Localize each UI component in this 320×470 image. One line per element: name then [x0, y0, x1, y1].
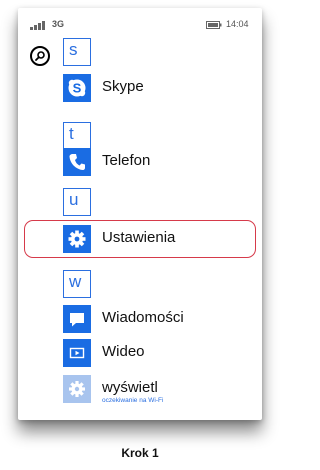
letter-tile-t[interactable]: t	[63, 122, 91, 150]
app-subtitle-wyswietl: oczekiwanie na Wi-Fi	[102, 397, 164, 404]
status-bar: 3G 14:04	[18, 8, 262, 34]
letter-tile-w[interactable]: w	[63, 270, 91, 298]
app-label-telefon: Telefon	[102, 152, 151, 169]
search-button[interactable]	[30, 46, 50, 66]
message-icon	[63, 305, 91, 333]
app-item-wyswietl[interactable]: wyświetl oczekiwanie na Wi-Fi	[63, 375, 253, 404]
step-caption: Krok 1	[121, 446, 159, 460]
status-time: 14:04	[226, 19, 249, 29]
battery-icon	[206, 21, 222, 29]
phone-icon	[63, 148, 91, 176]
app-label-wideo: Wideo	[102, 343, 145, 360]
network-type: 3G	[52, 19, 65, 29]
app-item-telefon[interactable]: Telefon	[63, 148, 253, 176]
search-icon	[35, 51, 45, 61]
letter-tile-s[interactable]: s	[63, 38, 91, 66]
app-label-skype: Skype	[102, 78, 144, 95]
skype-icon: S	[63, 74, 91, 102]
phone-screen: 3G 14:04 s t u w S Skype Telefon Ustawie…	[18, 8, 262, 420]
app-item-skype[interactable]: S Skype	[63, 74, 253, 102]
app-label-wiadomosci: Wiadomości	[102, 309, 184, 326]
app-item-wideo[interactable]: Wideo	[63, 339, 253, 367]
app-label-wyswietl: wyświetl	[102, 379, 158, 396]
app-item-wiadomosci[interactable]: Wiadomości	[63, 305, 253, 333]
highlight-ring	[24, 220, 256, 258]
signal-strength-icon	[30, 21, 45, 30]
video-icon	[63, 339, 91, 367]
gear-icon	[63, 375, 91, 403]
letter-tile-u[interactable]: u	[63, 188, 91, 216]
svg-text:S: S	[73, 81, 82, 96]
screenshot-root: 3G 14:04 s t u w S Skype Telefon Ustawie…	[0, 0, 280, 470]
